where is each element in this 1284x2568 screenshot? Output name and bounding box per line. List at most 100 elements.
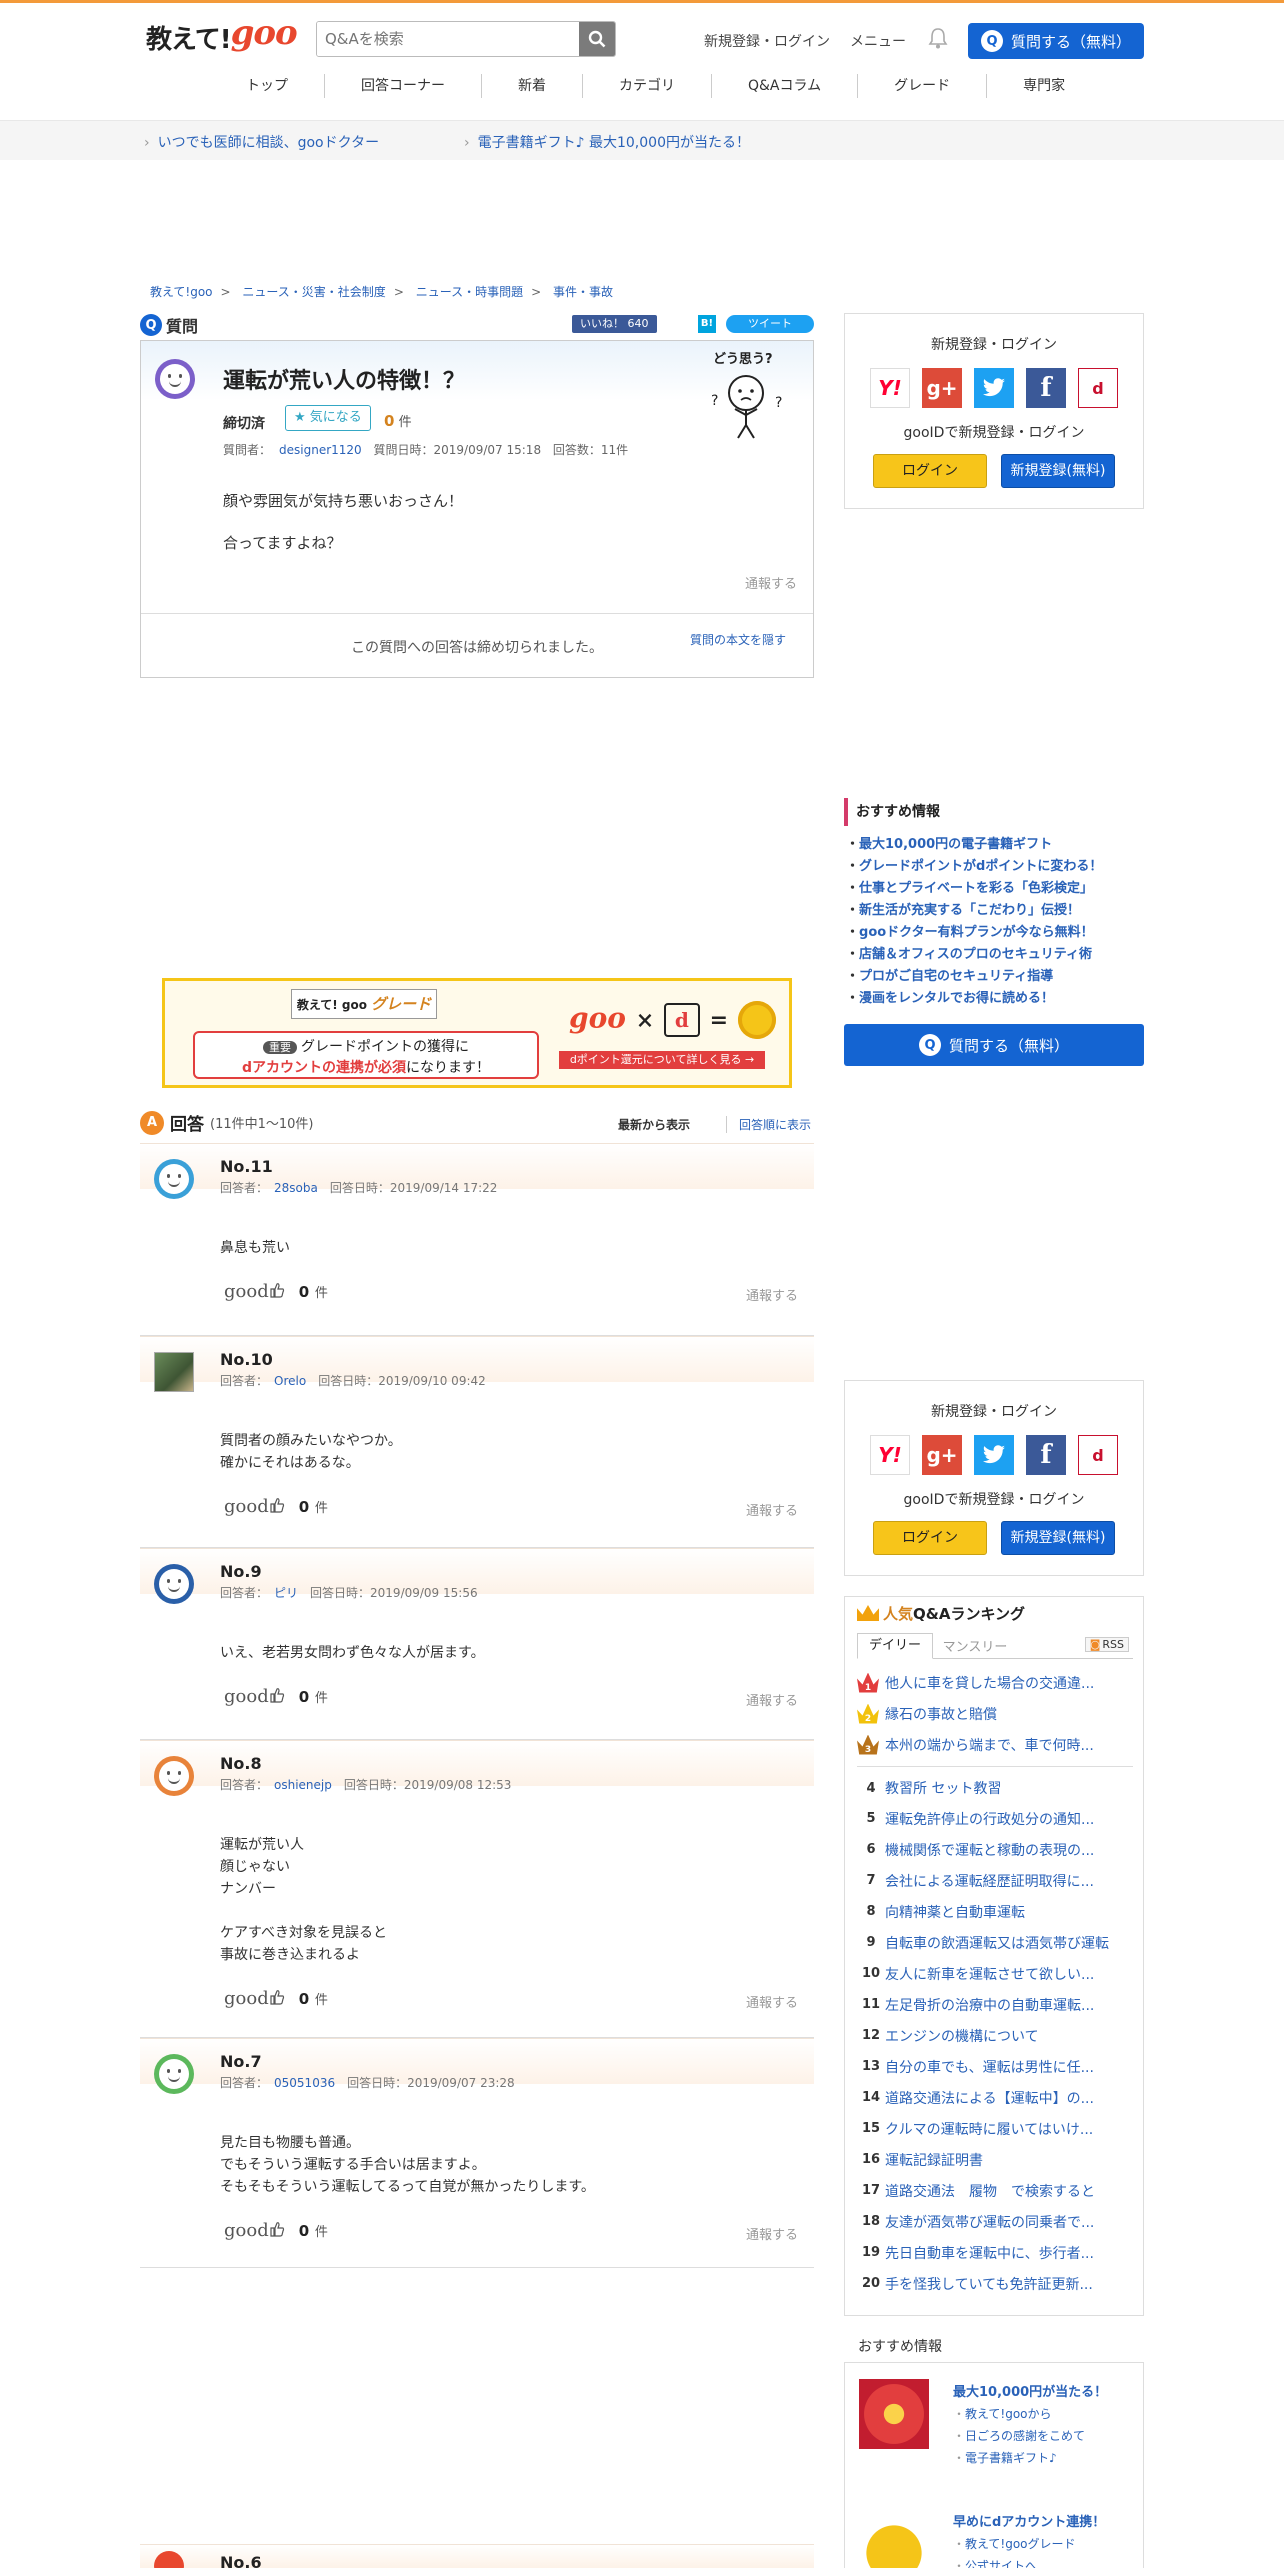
report-link[interactable]: 通報する xyxy=(746,2224,798,2243)
ranking-item[interactable]: 4 教習所 セット教習 xyxy=(857,1766,1133,1803)
recommend-item[interactable]: 仕事とプライベートを彩る「色彩検定」 xyxy=(846,878,1102,900)
recommend-item[interactable]: 漫画をレンタルでお得に読める！ xyxy=(846,988,1102,1010)
recommend-item[interactable]: gooドクター有料プランが今なら無料！ xyxy=(846,922,1102,944)
docomo-login-icon[interactable]: d xyxy=(1078,368,1118,408)
good-button[interactable]: good 0 件 xyxy=(224,2220,328,2241)
bell-icon[interactable] xyxy=(928,27,948,49)
breadcrumb-item[interactable]: 教えて!goo xyxy=(150,285,213,299)
recommend-item[interactable]: 新生活が充実する「こだわり」伝授！ xyxy=(846,900,1102,922)
hatena-bookmark-button[interactable]: B! xyxy=(698,315,716,333)
tweet-button[interactable]: ツイート xyxy=(726,315,814,333)
header-menu-link[interactable]: メニュー xyxy=(850,31,906,51)
recommend2-block1-item[interactable]: 教えて!gooから xyxy=(953,2405,1052,2422)
tab-monthly[interactable]: マンスリー xyxy=(937,1637,1013,1659)
report-link[interactable]: 通報する xyxy=(746,1690,798,1709)
answerer-name-link[interactable]: Orelo xyxy=(274,1374,306,1388)
ask-question-button[interactable]: Q 質問する（無料） xyxy=(968,23,1144,59)
yahoo-login-icon[interactable]: Y! xyxy=(870,1435,910,1475)
ranking-item[interactable]: 8 向精神薬と自動車運転 xyxy=(857,1896,1133,1927)
report-link[interactable]: 通報する xyxy=(746,1285,798,1304)
recommend-item[interactable]: プロがご自宅のセキュリティ指導 xyxy=(846,966,1102,988)
nav-item-new[interactable]: 新着 xyxy=(481,74,582,98)
ranking-item[interactable]: 7 会社による運転経歴証明取得に... xyxy=(857,1865,1133,1896)
good-button[interactable]: good 0 件 xyxy=(224,1496,328,1517)
ranking-item[interactable]: 17 道路交通法 履物 で検索すると xyxy=(857,2175,1133,2206)
yahoo-login-icon[interactable]: Y! xyxy=(870,368,910,408)
recommend2-block1-item[interactable]: 日ごろの感謝をこめて xyxy=(953,2427,1085,2444)
report-link[interactable]: 通報する xyxy=(746,1992,798,2011)
recommend-item[interactable]: 店舗＆オフィスのプロのセキュリティ術 xyxy=(846,944,1102,966)
recommend2-block1-item[interactable]: 電子書籍ギフト♪ xyxy=(953,2449,1057,2466)
questioner-name-link[interactable]: designer1120 xyxy=(279,443,362,457)
answerer-name-link[interactable]: oshienejp xyxy=(274,1778,332,1792)
breadcrumb-item[interactable]: ニュース・災害・社会制度 xyxy=(242,285,385,299)
ranking-item[interactable]: 10 友人に新車を運転させて欲しい... xyxy=(857,1958,1133,1989)
ranking-item[interactable]: 14 道路交通法による【運転中】の... xyxy=(857,2082,1133,2113)
breadcrumb-item[interactable]: ニュース・時事問題 xyxy=(416,285,523,299)
good-button[interactable]: good 0 件 xyxy=(224,1686,328,1707)
ranking-item[interactable]: 9 自転車の飲酒運転又は酒気帯び運転 xyxy=(857,1927,1133,1958)
recommend2-block2-item[interactable]: 教えて!gooグレード xyxy=(953,2535,1076,2552)
facebook-login-icon[interactable]: f xyxy=(1026,368,1066,408)
good-button[interactable]: good 0 件 xyxy=(224,1988,328,2009)
nav-item-category[interactable]: カテゴリ xyxy=(582,74,711,98)
ranking-item[interactable]: 5 運転免許停止の行政処分の通知... xyxy=(857,1803,1133,1834)
answerer-avatar[interactable] xyxy=(154,1564,194,1604)
rss-link[interactable]: RSS xyxy=(1084,1637,1129,1652)
breadcrumb-item[interactable]: 事件・事故 xyxy=(553,285,613,299)
answerer-name-link[interactable]: 05051036 xyxy=(274,2076,335,2090)
search-button[interactable] xyxy=(579,22,615,56)
docomo-login-icon[interactable]: d xyxy=(1078,1435,1118,1475)
ranking-item[interactable]: 13 自分の車でも、運転は男性に任... xyxy=(857,2051,1133,2082)
nav-item-grade[interactable]: グレード xyxy=(857,74,986,98)
ranking-item[interactable]: 15 クルマの運転時に履いてはいけ... xyxy=(857,2113,1133,2144)
answerer-avatar[interactable] xyxy=(154,2054,194,2094)
recommend2-block1-head[interactable]: 最大10,000円が当たる！ xyxy=(953,2381,1107,2400)
search-input[interactable] xyxy=(317,22,579,56)
dpoint-detail-link[interactable]: dポイント還元について詳しく見る → xyxy=(559,1051,765,1069)
report-link[interactable]: 通報する xyxy=(746,1500,798,1519)
header-login-link[interactable]: 新規登録・ログイン xyxy=(704,31,830,51)
nav-item-answer-corner[interactable]: 回答コーナー xyxy=(324,74,481,98)
facebook-like-button[interactable]: いいね！ 640 xyxy=(572,315,657,333)
google-login-icon[interactable]: g+ xyxy=(922,1435,962,1475)
tab-daily[interactable]: デイリー xyxy=(857,1633,933,1659)
questioner-avatar[interactable] xyxy=(155,359,195,399)
promo-link-ebook[interactable]: 電子書籍ギフト♪ 最大10,000円が当たる！ xyxy=(464,132,750,152)
google-login-icon[interactable]: g+ xyxy=(922,368,962,408)
dpoint-coin-image[interactable] xyxy=(859,2511,929,2568)
ranking-item[interactable]: 20 手を怪我していても免許証更新... xyxy=(857,2268,1133,2299)
ranking-item[interactable]: 11 左足骨折の治療中の自動車運転... xyxy=(857,1989,1133,2020)
nav-item-qa-column[interactable]: Q&Aコラム xyxy=(711,74,857,98)
ebook-gift-image[interactable] xyxy=(859,2379,929,2449)
good-button[interactable]: good 0 件 xyxy=(224,1281,328,1302)
ranking-item[interactable]: 16 運転記録証明書 xyxy=(857,2144,1133,2175)
ranking-item[interactable]: 6 機械関係で運転と稼動の表現の... xyxy=(857,1834,1133,1865)
nav-item-expert[interactable]: 専門家 xyxy=(986,74,1101,98)
sort-by-order[interactable]: 回答順に表示 xyxy=(726,1116,811,1133)
recommend2-block2-item[interactable]: 公式サイトへ xyxy=(953,2557,1037,2568)
register-button[interactable]: 新規登録(無料) xyxy=(1001,454,1115,488)
login-button[interactable]: ログイン xyxy=(873,1521,987,1555)
register-button[interactable]: 新規登録(無料) xyxy=(1001,1521,1115,1555)
ranking-item[interactable]: 19 先日自動車を運転中に、歩行者... xyxy=(857,2237,1133,2268)
hide-body-link[interactable]: 質問の本文を隠す xyxy=(690,631,786,648)
ranking-item[interactable]: 2 縁石の事故と賠償 xyxy=(857,1698,1133,1729)
ranking-item[interactable]: 1 他人に車を貸した場合の交通違... xyxy=(857,1667,1133,1698)
ranking-item[interactable]: 12 エンジンの機構について xyxy=(857,2020,1133,2051)
site-logo[interactable]: 教えて!goo xyxy=(146,13,298,57)
favorite-button[interactable]: ★ 気になる xyxy=(285,405,371,431)
recommend-item[interactable]: 最大10,000円の電子書籍ギフト xyxy=(846,834,1102,856)
twitter-login-icon[interactable] xyxy=(974,368,1014,408)
ranking-item[interactable]: 18 友達が酒気帯び運転の同乗者で... xyxy=(857,2206,1133,2237)
answerer-avatar[interactable] xyxy=(154,1352,194,1392)
twitter-login-icon[interactable] xyxy=(974,1435,1014,1475)
login-button[interactable]: ログイン xyxy=(873,454,987,488)
ranking-item[interactable]: 3 本州の端から端まで、車で何時... xyxy=(857,1729,1133,1760)
report-link[interactable]: 通報する xyxy=(745,573,797,592)
recommend2-block2-head[interactable]: 早めにdアカウント連携！ xyxy=(953,2511,1105,2530)
answerer-name-link[interactable]: ピリ xyxy=(274,1586,298,1600)
sidebar-ask-button[interactable]: Q 質問する（無料） xyxy=(844,1024,1144,1066)
sort-latest[interactable]: 最新から表示 xyxy=(618,1116,690,1133)
recommend-item[interactable]: グレードポイントがdポイントに変わる！ xyxy=(846,856,1102,878)
